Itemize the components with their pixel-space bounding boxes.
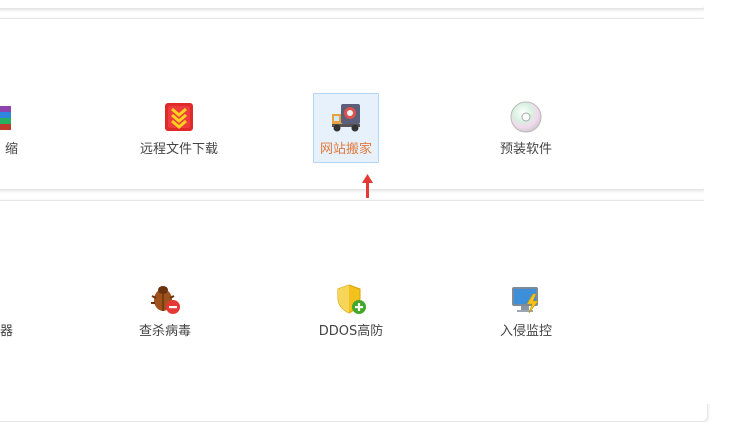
tool-virus-scan[interactable]: 查杀病毒 [110, 276, 220, 346]
cd-disc-icon [510, 101, 542, 133]
tool-label: 器 [0, 324, 14, 339]
tool-site-migration[interactable]: 网站搬家 [313, 93, 379, 163]
tool-intrusion-monitor[interactable]: 入侵监控 [471, 276, 581, 346]
tool-label: 缩 [5, 142, 19, 157]
tool-label: 查杀病毒 [138, 324, 191, 339]
right-edge [704, 0, 732, 404]
tool-ddos-protection[interactable]: DDOS高防 [296, 276, 406, 346]
download-arrows-icon [165, 103, 193, 131]
tool-label: 网站搬家 [319, 142, 372, 157]
bug-remove-icon [151, 286, 180, 314]
tool-label: 远程文件下载 [139, 142, 218, 157]
tool-preinstall-software[interactable]: 预装软件 [471, 94, 581, 164]
monitor-lightning-icon [512, 287, 539, 314]
tool-compress[interactable]: 缩 [0, 94, 55, 164]
moving-truck-icon [332, 104, 360, 132]
tool-remote-download[interactable]: 远程文件下载 [124, 94, 234, 164]
archive-icon [0, 106, 11, 130]
top-panel [0, 0, 708, 9]
tool-label: DDOS高防 [318, 324, 384, 339]
tool-partial[interactable]: 器 [0, 276, 55, 346]
shield-plus-icon [337, 284, 366, 314]
pointer-arrow-icon [362, 174, 373, 198]
tool-label: 入侵监控 [499, 324, 552, 339]
tool-label: 预装软件 [499, 142, 552, 157]
